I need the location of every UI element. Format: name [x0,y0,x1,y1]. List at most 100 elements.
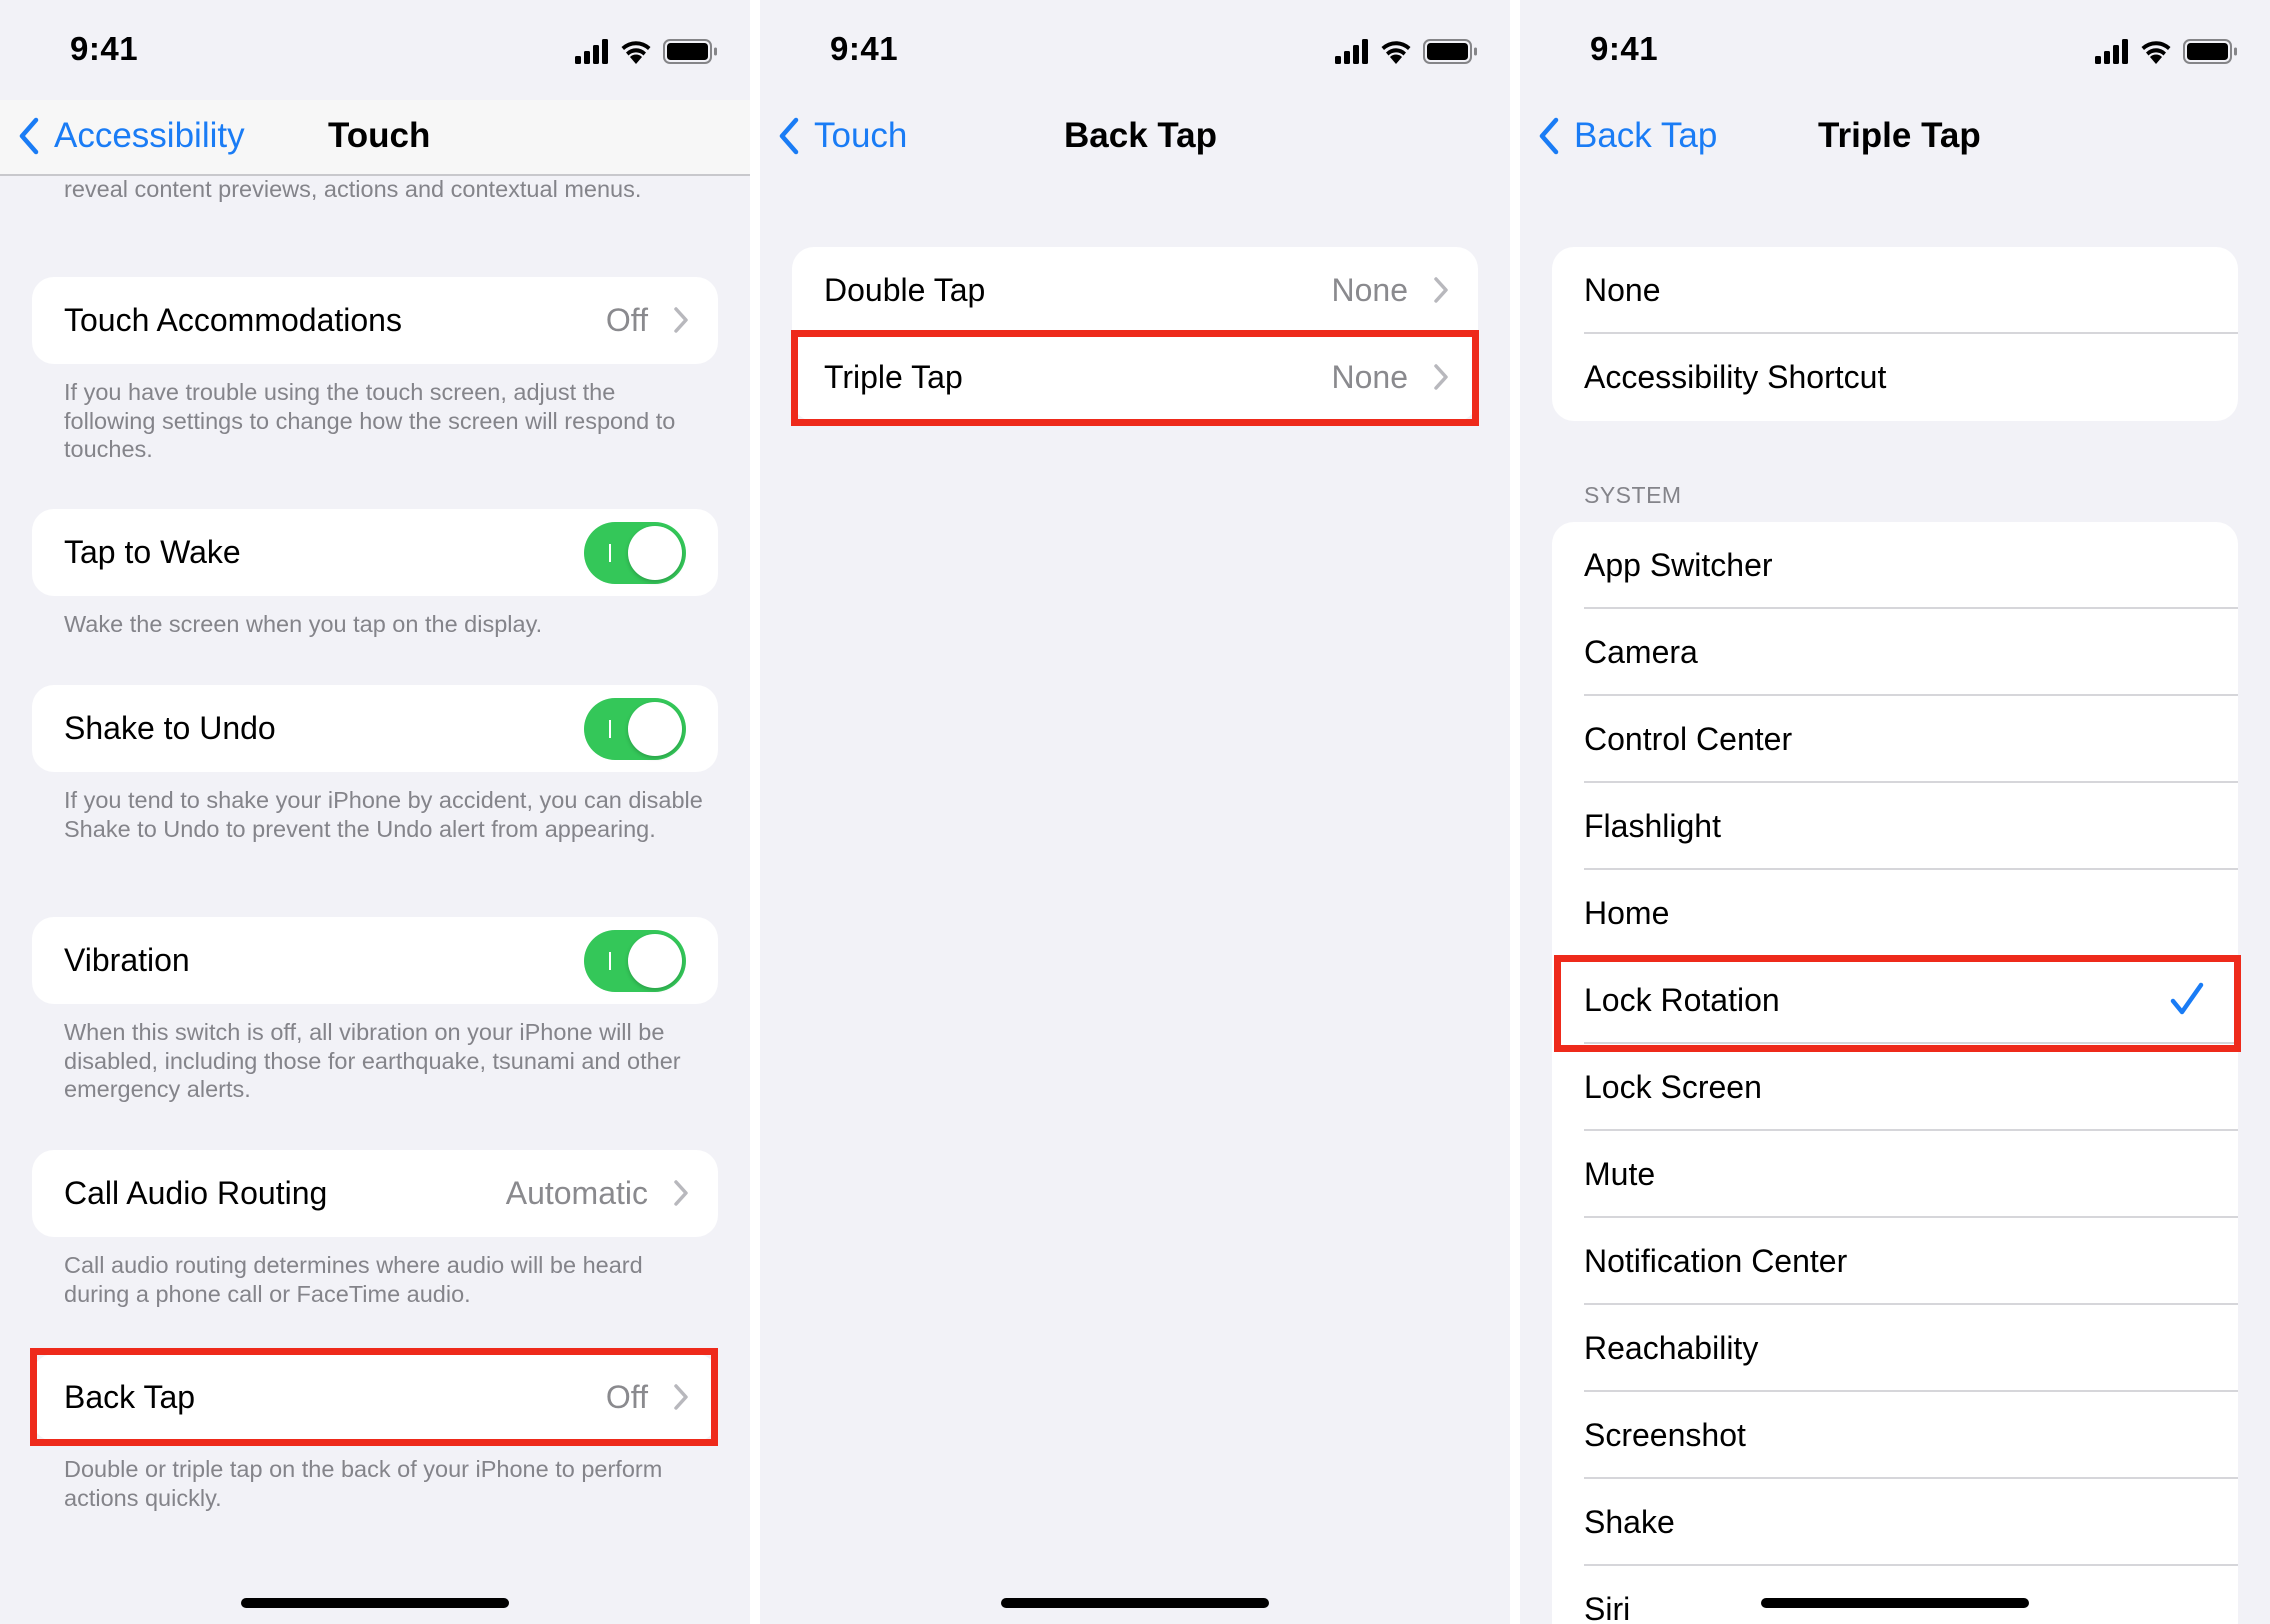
chevron-left-icon [1539,117,1559,155]
touch-accommodations-row[interactable]: Touch Accommodations Off [32,277,718,364]
toggle-on-mark [609,544,611,562]
shake-to-undo-row: Shake to Undo [32,685,718,772]
option-row-siri[interactable]: Siri [1552,1566,2238,1624]
home-indicator [1001,1598,1269,1608]
toggle-knob [628,526,682,580]
row-value: Automatic [505,1175,648,1211]
row-label: Lock Screen [1584,1069,1762,1105]
vibration-footer: When this switch is off, all vibration o… [64,1019,681,1102]
option-row-none[interactable]: None [1552,247,2238,334]
back-button-label: Back Tap [1574,116,1718,155]
chevron-right-icon [1434,277,1448,303]
option-row-screenshot[interactable]: Screenshot [1552,1392,2238,1479]
option-row-flashlight[interactable]: Flashlight [1552,783,2238,870]
touch-accommodations-footer: If you have trouble using the touch scre… [64,379,676,462]
chevron-right-icon [674,1180,688,1206]
row-label: Camera [1584,634,1698,670]
row-label: Screenshot [1584,1417,1746,1453]
shake-to-undo-toggle[interactable] [584,698,686,760]
row-label: Touch Accommodations [64,302,402,338]
row-label: Mute [1584,1156,1656,1192]
highlight-box [791,330,1479,426]
double-tap-row[interactable]: Double Tap None [792,247,1478,334]
tap-to-wake-toggle[interactable] [584,522,686,584]
row-label: None [1584,272,1661,308]
option-row-camera[interactable]: Camera [1552,609,2238,696]
option-row-mute[interactable]: Mute [1552,1131,2238,1218]
wifi-icon [621,41,651,64]
row-label: Shake to Undo [64,710,276,746]
back-tap-footer: Double or triple tap on the back of your… [64,1456,663,1511]
tap-to-wake-group: Tap to Wake [32,509,718,596]
toggle-on-mark [609,952,611,970]
navigation-bar: Accessibility Touch [0,100,750,176]
row-label: Shake [1584,1504,1675,1540]
page-title: Triple Tap [1818,116,1981,155]
status-icons [575,39,717,64]
tap-to-wake-row: Tap to Wake [32,509,718,596]
option-row-notification-center[interactable]: Notification Center [1552,1218,2238,1305]
status-time: 9:41 [1590,30,1659,67]
status-bar: 9:41 [1520,0,2270,100]
page-title: Back Tap [1064,116,1218,155]
system-actions-group: App Switcher Camera Control Center Flash… [1552,522,2238,1624]
option-row-shake[interactable]: Shake [1552,1479,2238,1566]
row-label: Flashlight [1584,808,1721,844]
page-title: Touch [328,116,431,155]
back-button[interactable]: Accessibility [18,110,245,162]
option-row-control-center[interactable]: Control Center [1552,696,2238,783]
vibration-row: Vibration [32,917,718,1004]
row-label: Siri [1584,1591,1631,1624]
back-button-label: Touch [814,116,908,155]
row-label: Tap to Wake [64,534,241,570]
row-value: Off [605,302,648,338]
back-button[interactable]: Back Tap [1538,110,1717,162]
battery-icon [1423,39,1477,64]
battery-icon [2183,39,2237,64]
row-label: Vibration [64,942,190,978]
status-icons [2095,39,2237,64]
triple-tap-screen: 9:41 Back Tap Triple Tap None Accessibil… [1520,0,2270,1624]
highlight-box [30,1348,718,1446]
battery-icon [663,39,717,64]
row-label: Accessibility Shortcut [1584,359,1887,395]
status-bar: 9:41 [760,0,1510,100]
option-row-app-switcher[interactable]: App Switcher [1552,522,2238,609]
option-row-home[interactable]: Home [1552,870,2238,957]
vibration-group: Vibration [32,917,718,1004]
chevron-right-icon [674,307,688,333]
shake-to-undo-group: Shake to Undo [32,685,718,772]
option-row-lock-screen[interactable]: Lock Screen [1552,1044,2238,1131]
status-bar: 9:41 [0,0,750,100]
row-label: Double Tap [824,272,986,308]
toggle-knob [628,934,682,988]
highlight-box [1554,955,2241,1052]
back-button-label: Accessibility [54,116,245,155]
cellular-signal-icon [2095,39,2128,64]
row-label: Control Center [1584,721,1793,757]
row-label: Call Audio Routing [64,1175,328,1211]
chevron-left-icon [19,117,39,155]
cellular-signal-icon [1335,39,1368,64]
row-label: Notification Center [1584,1243,1848,1279]
back-button[interactable]: Touch [778,110,907,162]
call-audio-routing-row[interactable]: Call Audio Routing Automatic [32,1150,718,1237]
toggle-on-mark [609,720,611,738]
navigation-bar: Back Tap Triple Tap [1520,100,2270,176]
vibration-toggle[interactable] [584,930,686,992]
row-value: None [1331,272,1409,308]
cellular-signal-icon [575,39,608,64]
toggle-knob [628,702,682,756]
touch-accommodations-group: Touch Accommodations Off [32,277,718,364]
option-row-accessibility-shortcut[interactable]: Accessibility Shortcut [1552,334,2238,421]
home-indicator [241,1598,509,1608]
row-label: Home [1584,895,1670,931]
option-row-reachability[interactable]: Reachability [1552,1305,2238,1392]
call-audio-routing-group: Call Audio Routing Automatic [32,1150,718,1237]
tap-to-wake-footer: Wake the screen when you tap on the disp… [64,611,543,637]
row-label: Reachability [1584,1330,1759,1366]
row-label: App Switcher [1584,547,1773,583]
section-header-system: SYSTEM [1584,482,1682,508]
status-time: 9:41 [830,30,899,67]
chevron-left-icon [779,117,799,155]
